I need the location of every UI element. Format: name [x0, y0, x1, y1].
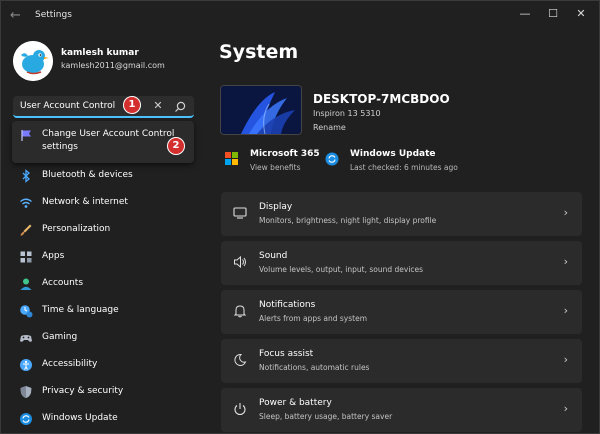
sidebar-item-label: Apps	[42, 251, 65, 261]
app-title: Settings	[35, 10, 72, 20]
sidebar-item-accounts[interactable]: Accounts	[13, 271, 194, 297]
minimize-button[interactable]: —	[515, 6, 535, 22]
card-title: Notifications	[259, 300, 316, 310]
quick-link-subtitle: View benefits	[250, 163, 301, 172]
sidebar-item-label: Windows Update	[42, 413, 118, 423]
sidebar-item-time-language[interactable]: Time & language	[13, 298, 194, 324]
accounts-icon	[20, 278, 32, 290]
suggestion-label: Change User Account Control settings	[42, 129, 175, 152]
card-focus-assist[interactable]: Focus assist Notifications, automatic ru…	[221, 339, 582, 383]
flag-icon	[21, 130, 31, 141]
title-bar: ← Settings — ☐ ✕	[1, 1, 599, 31]
user-email: kamlesh2011@gmail.com	[61, 61, 165, 70]
close-button[interactable]: ✕	[571, 6, 591, 22]
quick-link-subtitle: Last checked: 6 minutes ago	[350, 163, 458, 172]
sidebar-item-label: Bluetooth & devices	[42, 170, 133, 180]
user-name: kamlesh kumar	[61, 48, 139, 58]
sidebar-item-privacy-security[interactable]: Privacy & security	[13, 379, 194, 405]
moon-icon	[234, 353, 247, 366]
microsoft-365-icon	[225, 152, 238, 165]
search-input[interactable]: User Account Control	[20, 101, 115, 111]
maximize-button[interactable]: ☐	[543, 6, 563, 22]
card-subtitle: Sleep, battery usage, battery saver	[259, 412, 393, 421]
display-icon	[233, 207, 247, 219]
shield-icon	[20, 386, 32, 398]
sidebar-item-windows-update[interactable]: Windows Update	[13, 406, 194, 432]
card-notifications[interactable]: Notifications Alerts from apps and syste…	[221, 290, 582, 334]
settings-window: ← Settings — ☐ ✕ kamlesh kumar kamlesh20…	[0, 0, 600, 434]
wifi-icon	[20, 198, 32, 208]
card-sound[interactable]: Sound Volume levels, output, input, soun…	[221, 241, 582, 285]
back-arrow-icon[interactable]: ←	[10, 9, 26, 23]
sidebar-item-label: Accounts	[42, 278, 84, 288]
card-subtitle: Alerts from apps and system	[259, 314, 367, 323]
sidebar-item-bluetooth[interactable]: Bluetooth & devices	[13, 163, 194, 189]
sidebar-item-label: Privacy & security	[42, 386, 124, 396]
power-icon	[234, 403, 246, 416]
sidebar-item-label: Gaming	[42, 332, 78, 342]
device-name: DESKTOP-7MCBDOO	[313, 92, 450, 106]
sidebar-item-accessibility[interactable]: Accessibility	[13, 352, 194, 378]
card-display[interactable]: Display Monitors, brightness, night ligh…	[221, 192, 582, 236]
settings-search[interactable]: User Account Control ✕	[13, 96, 194, 118]
card-subtitle: Monitors, brightness, night light, displ…	[259, 216, 437, 225]
device-model: Inspiron 13 5310	[313, 109, 381, 118]
apps-icon	[20, 251, 32, 263]
search-icon[interactable]	[173, 100, 187, 114]
annotation-badge-2: 2	[167, 137, 185, 155]
chevron-right-icon: ›	[563, 402, 568, 415]
sidebar-item-label: Time & language	[42, 305, 119, 315]
sidebar-item-gaming[interactable]: Gaming	[13, 325, 194, 351]
card-power-battery[interactable]: Power & battery Sleep, battery usage, ba…	[221, 388, 582, 432]
card-title: Focus assist	[259, 349, 314, 359]
card-title: Power & battery	[259, 398, 332, 408]
card-subtitle: Volume levels, output, input, sound devi…	[259, 265, 424, 274]
sidebar-item-network[interactable]: Network & internet	[13, 190, 194, 216]
windows-update-icon	[20, 413, 32, 425]
sidebar-item-label: Accessibility	[42, 359, 98, 369]
clear-icon[interactable]: ✕	[152, 99, 164, 113]
sidebar-item-label: Network & internet	[42, 197, 128, 207]
sidebar-item-apps[interactable]: Apps	[13, 244, 194, 270]
brush-icon	[20, 224, 32, 236]
bell-icon	[233, 305, 247, 318]
twitter-bird-avatar	[13, 41, 53, 81]
gaming-icon	[20, 335, 32, 342]
device-wallpaper-image	[220, 85, 302, 135]
time-language-icon	[20, 305, 33, 318]
sound-icon	[234, 255, 246, 269]
bluetooth-icon	[22, 169, 30, 183]
windows-bloom-image	[221, 86, 301, 134]
card-subtitle: Notifications, automatic rules	[259, 363, 370, 372]
quick-link-title: Windows Update	[350, 149, 436, 159]
avatar[interactable]	[13, 41, 53, 81]
rename-link[interactable]: Rename	[313, 123, 346, 132]
card-title: Display	[259, 202, 293, 212]
annotation-badge-1: 1	[123, 96, 141, 114]
windows-update-icon	[325, 152, 339, 166]
sidebar-item-personalization[interactable]: Personalization	[13, 217, 194, 243]
quick-link-title: Microsoft 365	[250, 149, 320, 159]
card-title: Sound	[259, 251, 288, 261]
chevron-right-icon: ›	[563, 304, 568, 317]
sidebar-item-label: Personalization	[42, 224, 111, 234]
chevron-right-icon: ›	[563, 206, 568, 219]
chevron-right-icon: ›	[563, 353, 568, 366]
page-title: System	[219, 41, 299, 63]
chevron-right-icon: ›	[563, 255, 568, 268]
accessibility-icon	[20, 359, 32, 371]
